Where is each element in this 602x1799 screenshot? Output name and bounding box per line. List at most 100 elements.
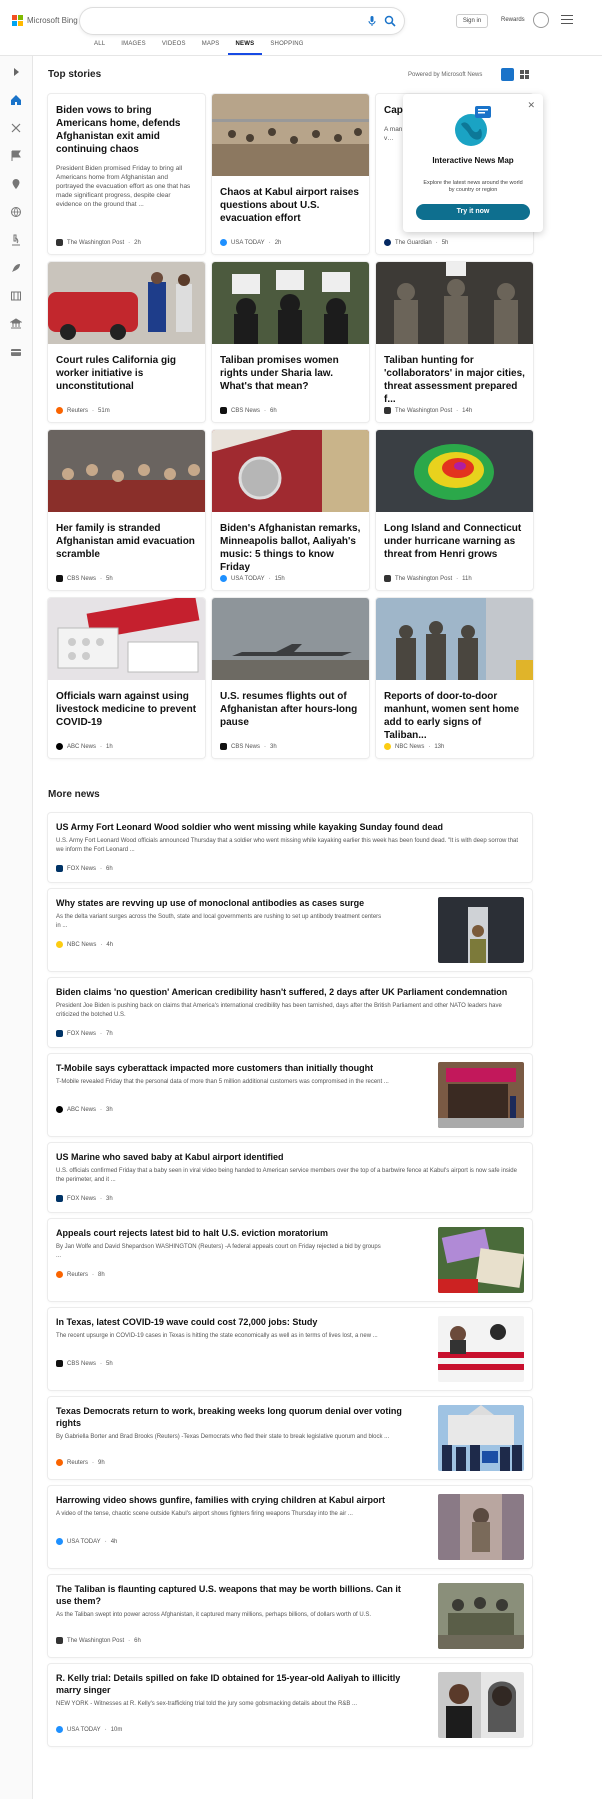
evacuees-aircraft-image[interactable] xyxy=(48,430,205,512)
news-item[interactable]: US Marine who saved baby at Kabul airpor… xyxy=(48,1143,532,1212)
story-card[interactable]: Reports of door-to-door manhunt, women s… xyxy=(376,598,533,758)
news-title[interactable]: Appeals court rejects latest bid to halt… xyxy=(56,1227,416,1239)
home-icon[interactable] xyxy=(10,94,22,106)
location-pin-icon[interactable] xyxy=(10,178,22,190)
story-card[interactable]: U.S. resumes flights out of Afghanistan … xyxy=(212,598,369,758)
story-title[interactable]: Biden's Afghanistan remarks, Minneapolis… xyxy=(212,512,369,574)
story-title[interactable]: Taliban promises women rights under Shar… xyxy=(212,344,369,393)
tab-news[interactable]: NEWS xyxy=(227,41,263,55)
captured-weapons-image[interactable] xyxy=(438,1583,524,1649)
story-title[interactable]: Chaos at Kabul airport raises questions … xyxy=(212,176,369,225)
story-card[interactable]: Taliban hunting for 'collaborators' in m… xyxy=(376,262,533,422)
news-item[interactable]: T-Mobile says cyberattack impacted more … xyxy=(48,1054,532,1136)
story-card[interactable]: Officials warn against using livestock m… xyxy=(48,598,205,758)
scissors-icon[interactable] xyxy=(10,122,22,134)
livestock-medicine-box-image[interactable] xyxy=(48,598,205,680)
tab-maps[interactable]: MAPS xyxy=(194,41,228,55)
bing-logo[interactable]: Microsoft Bing xyxy=(12,15,78,26)
tab-videos[interactable]: VIDEOS xyxy=(154,41,194,55)
r-kelly-aaliyah-image[interactable] xyxy=(438,1672,524,1738)
chevron-right-icon[interactable] xyxy=(10,66,22,78)
story-title[interactable]: Biden vows to bring Americans home, defe… xyxy=(48,94,205,156)
story-title[interactable]: Court rules California gig worker initia… xyxy=(48,344,205,393)
hamburger-menu-icon[interactable] xyxy=(561,15,573,24)
kabul-airport-crowd-image[interactable] xyxy=(212,94,369,176)
rewards-trophy-icon[interactable] xyxy=(533,12,549,28)
texas-covid-flag-image[interactable] xyxy=(438,1316,524,1382)
close-icon[interactable]: ✕ xyxy=(527,100,535,111)
globe-icon[interactable] xyxy=(10,206,22,218)
flag-icon[interactable] xyxy=(10,150,22,162)
sign-in-button[interactable]: Sign in xyxy=(456,14,488,28)
search-icon[interactable] xyxy=(384,15,396,27)
microphone-icon[interactable] xyxy=(366,15,378,27)
list-layout-icon[interactable] xyxy=(519,69,530,80)
story-card[interactable]: Biden's Afghanistan remarks, Minneapolis… xyxy=(212,430,369,590)
story-title[interactable]: Long Island and Connecticut under hurric… xyxy=(376,512,533,561)
news-item[interactable]: R. Kelly trial: Details spilled on fake … xyxy=(48,1664,532,1746)
kabul-airport-video-image[interactable] xyxy=(438,1494,524,1560)
news-title[interactable]: Harrowing video shows gunfire, families … xyxy=(56,1494,416,1506)
news-title[interactable]: R. Kelly trial: Details spilled on fake … xyxy=(56,1672,416,1696)
seal-building-image[interactable] xyxy=(212,430,369,512)
story-card[interactable]: Taliban promises women rights under Shar… xyxy=(212,262,369,422)
hurricane-radar-map-image[interactable] xyxy=(376,430,533,512)
capitol-press-conference-image[interactable] xyxy=(438,1405,524,1471)
story-card[interactable]: Chaos at Kabul airport raises questions … xyxy=(212,94,369,254)
credit-card-icon[interactable] xyxy=(10,346,22,358)
grid-layout-icon[interactable] xyxy=(501,68,514,81)
news-item[interactable]: Texas Democrats return to work, breaking… xyxy=(48,1397,532,1479)
news-item[interactable]: Harrowing video shows gunfire, families … xyxy=(48,1486,532,1568)
globe-map-icon xyxy=(455,106,491,146)
story-title[interactable]: Officials warn against using livestock m… xyxy=(48,680,205,729)
news-item[interactable]: Appeals court rejects latest bid to halt… xyxy=(48,1219,532,1301)
military-plane-image[interactable] xyxy=(212,598,369,680)
news-item[interactable]: Why states are revving up use of monoclo… xyxy=(48,889,532,971)
story-card[interactable]: Court rules California gig worker initia… xyxy=(48,262,205,422)
news-item[interactable]: In Texas, latest COVID-19 wave could cos… xyxy=(48,1308,532,1390)
tab-all[interactable]: ALL xyxy=(86,41,113,55)
taliban-patrol-street-image[interactable] xyxy=(376,598,533,680)
news-item[interactable]: The Taliban is flaunting captured U.S. w… xyxy=(48,1575,532,1657)
search-input[interactable] xyxy=(92,14,342,28)
news-title[interactable]: US Marine who saved baby at Kabul airpor… xyxy=(56,1151,522,1163)
taliban-fighters-image[interactable] xyxy=(376,262,533,344)
tab-images[interactable]: IMAGES xyxy=(113,41,154,55)
news-title[interactable]: Why states are revving up use of monoclo… xyxy=(56,897,416,909)
tmobile-store-image[interactable] xyxy=(438,1062,524,1128)
news-title[interactable]: The Taliban is flaunting captured U.S. w… xyxy=(56,1583,416,1607)
cbs-icon xyxy=(220,743,227,750)
gig-worker-car-image[interactable] xyxy=(48,262,205,344)
rocket-icon[interactable] xyxy=(10,262,22,274)
news-title[interactable]: US Army Fort Leonard Wood soldier who we… xyxy=(56,821,522,833)
news-title[interactable]: Biden claims 'no question' American cred… xyxy=(56,986,522,998)
rewards-label[interactable]: Rewards xyxy=(501,17,525,23)
story-card[interactable]: Her family is stranded Afghanistan amid … xyxy=(48,430,205,590)
usa-today-icon xyxy=(56,1726,63,1733)
news-title[interactable]: Texas Democrats return to work, breaking… xyxy=(56,1405,416,1429)
news-snippet: T-Mobile revealed Friday that the person… xyxy=(56,1079,389,1085)
news-title[interactable]: In Texas, latest COVID-19 wave could cos… xyxy=(56,1316,416,1328)
news-snippet: As the delta variant surges across the S… xyxy=(56,914,382,929)
search-box[interactable] xyxy=(80,8,404,34)
news-snippet: A video of the tense, chaotic scene outs… xyxy=(56,1511,353,1517)
try-it-now-button[interactable]: Try it now xyxy=(416,204,530,220)
news-title[interactable]: T-Mobile says cyberattack impacted more … xyxy=(56,1062,416,1074)
bank-icon[interactable] xyxy=(10,318,22,330)
news-item[interactable]: US Army Fort Leonard Wood soldier who we… xyxy=(48,813,532,882)
antibody-treatment-image[interactable] xyxy=(438,897,524,963)
story-title[interactable]: Reports of door-to-door manhunt, women s… xyxy=(376,680,533,742)
top-stories-title: Top stories xyxy=(48,69,102,80)
story-title[interactable]: Taliban hunting for 'collaborators' in m… xyxy=(376,344,533,406)
film-icon[interactable] xyxy=(10,290,22,302)
story-card[interactable]: Biden vows to bring Americans home, defe… xyxy=(48,94,205,254)
washington-post-icon xyxy=(56,239,63,246)
women-protest-signs-image[interactable] xyxy=(212,262,369,344)
story-title[interactable]: U.S. resumes flights out of Afghanistan … xyxy=(212,680,369,729)
news-item[interactable]: Biden claims 'no question' American cred… xyxy=(48,978,532,1047)
microscope-icon[interactable] xyxy=(10,234,22,246)
story-card[interactable]: Long Island and Connecticut under hurric… xyxy=(376,430,533,590)
eviction-protest-signs-image[interactable] xyxy=(438,1227,524,1293)
story-title[interactable]: Her family is stranded Afghanistan amid … xyxy=(48,512,205,561)
tab-shopping[interactable]: SHOPPING xyxy=(262,41,311,55)
